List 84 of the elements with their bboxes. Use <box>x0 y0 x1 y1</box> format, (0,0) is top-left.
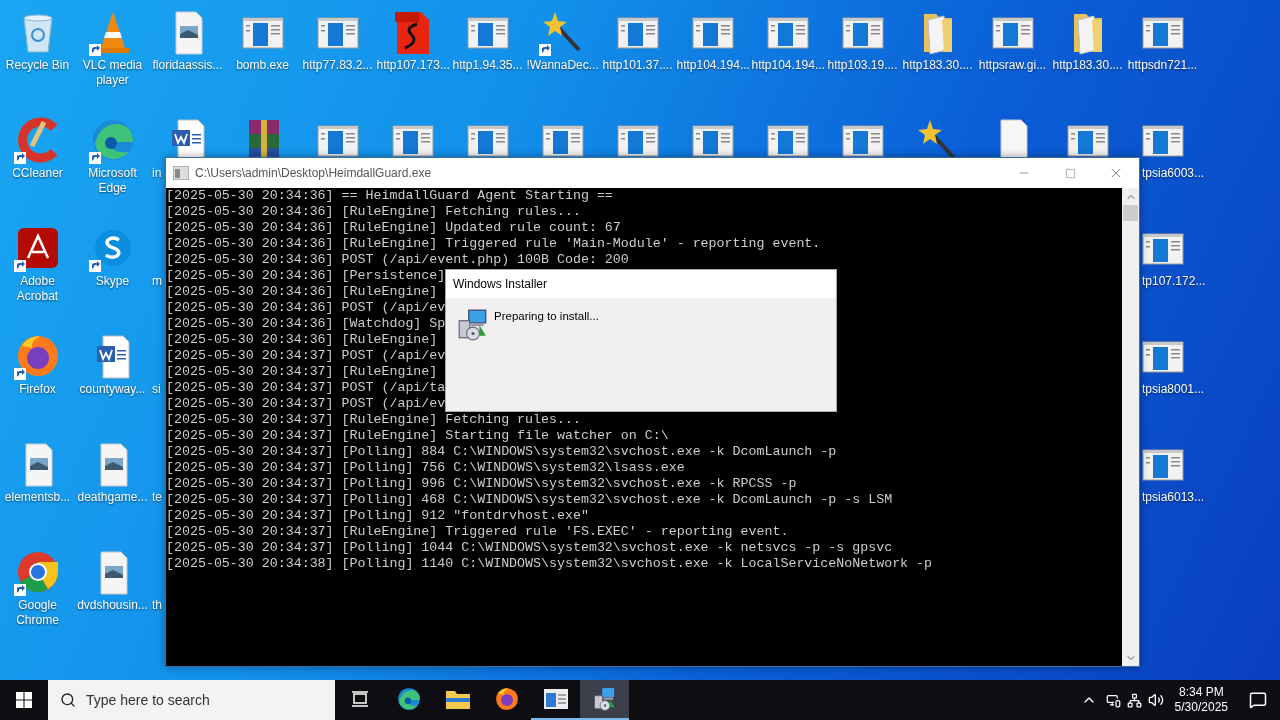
icon-label[interactable]: !WannaDec... <box>526 58 599 73</box>
console-line: [2025-05-30 20:34:36] [RuleEngine] Triggered rule 'Main-Module' - reporting event. <box>166 236 821 252</box>
console-line: [2025-05-30 20:34:36] [Watchdog] Sp <box>166 316 446 332</box>
icon-label[interactable]: bomb.exe <box>236 58 289 73</box>
icon-label[interactable]: in <box>152 166 162 181</box>
icon-label[interactable]: http104.194... <box>751 58 824 73</box>
icon-label[interactable]: CCleaner <box>12 166 63 181</box>
icon-label[interactable]: VLC media player <box>76 58 149 88</box>
icon-label[interactable]: http77.83.2... <box>302 58 373 73</box>
console-line: [2025-05-30 20:34:37] [Polling] 996 C:\WINDOWS\system32\svchost.exe -k RPCSS -p <box>166 476 797 492</box>
search-field[interactable]: Type here to search <box>48 680 335 720</box>
window-icon <box>543 689 568 709</box>
maximize-icon <box>1064 167 1076 179</box>
console-line: [2025-05-30 20:34:36] [RuleEngine] <box>166 284 438 300</box>
icon-label[interactable]: th <box>152 598 162 613</box>
folder-icon <box>444 688 471 710</box>
console-app-icon <box>173 166 189 180</box>
console-line: [2025-05-30 20:34:37] [Polling] 912 "fontdrvhost.exe" <box>166 508 589 524</box>
taskbar-app[interactable] <box>580 680 629 720</box>
dialog-message: Preparing to install... <box>494 309 599 324</box>
icon-label[interactable]: Google Chrome <box>1 598 74 628</box>
console-line: [2025-05-30 20:34:36] == HeimdallGuard Agent Starting == <box>166 188 613 204</box>
icon-label[interactable]: http101.37.... <box>602 58 673 73</box>
console-line: [2025-05-30 20:34:37] [RuleEngine] Fetching rules... <box>166 412 581 428</box>
icon-label[interactable]: Skype <box>95 274 130 289</box>
network-icon[interactable] <box>1126 692 1142 708</box>
volume-icon[interactable] <box>1147 692 1164 708</box>
device-icon[interactable] <box>1105 692 1121 708</box>
icon-label[interactable]: dvdshousin... <box>77 598 148 613</box>
icon-label[interactable]: deathgame... <box>77 490 148 505</box>
clock[interactable]: 8:34 PM 5/30/2025 <box>1166 685 1236 715</box>
icon-label[interactable]: m <box>152 274 162 289</box>
dialog-title: Windows Installer <box>453 276 548 293</box>
icon-label[interactable]: http103.19.... <box>827 58 898 73</box>
console-line: [2025-05-30 20:34:37] [Polling] 468 C:\WINDOWS\system32\svchost.exe -k DcomLaunch -p -s LSM <box>166 492 893 508</box>
console-line: [2025-05-30 20:34:37] POST (/api/ta <box>166 380 446 396</box>
icon-label[interactable]: tpsia8001... <box>1142 382 1205 397</box>
icon-label[interactable]: Recycle Bin <box>5 58 70 73</box>
edge-icon <box>395 686 422 712</box>
icon-label[interactable]: si <box>152 382 161 397</box>
console-line: [2025-05-30 20:34:36] POST (/api/event.php) 100B Code: 200 <box>166 252 629 268</box>
console-line: [2025-05-30 20:34:36] [RuleEngine] Updated rule count: 67 <box>166 220 621 236</box>
icon-label[interactable]: elementsb... <box>4 490 71 505</box>
console-line: [2025-05-30 20:34:36] [RuleEngine] <box>166 332 438 348</box>
icon-label[interactable]: http104.194... <box>676 58 749 73</box>
icon-label[interactable]: Firefox <box>19 382 56 397</box>
icon-label[interactable]: http183.30.... <box>1052 58 1123 73</box>
icon-label[interactable]: httpsdn721... <box>1127 58 1198 73</box>
icon-label[interactable]: Microsoft Edge <box>76 166 149 196</box>
icon-label[interactable]: te <box>152 490 162 505</box>
console-line: [2025-05-30 20:34:36] [RuleEngine] Fetching rules... <box>166 204 581 220</box>
icon-label[interactable]: countyway... <box>79 382 146 397</box>
installer-icon <box>591 686 618 712</box>
icon-label[interactable]: httpsraw.gi... <box>978 58 1047 73</box>
icon-label[interactable]: Adobe Acrobat <box>1 274 74 304</box>
console-line: [2025-05-30 20:34:37] POST (/api/ev <box>166 396 446 412</box>
clock-date: 5/30/2025 <box>1174 700 1228 715</box>
console-line: [2025-05-30 20:34:37] [Polling] 884 C:\WINDOWS\system32\svchost.exe -k DcomLaunch -p <box>166 444 837 460</box>
console-line: [2025-05-30 20:34:36] [Persistence] <box>166 268 446 284</box>
firefox-icon <box>493 686 520 712</box>
search-input[interactable]: Type here to search <box>86 689 326 711</box>
icon-label[interactable]: tp107.172... <box>1142 274 1206 289</box>
console-line: [2025-05-30 20:34:38] [Polling] 1140 C:\WINDOWS\system32\svchost.exe -k LocalServiceNoNetwork -p <box>166 556 933 572</box>
scrollbar[interactable] <box>1122 188 1139 666</box>
icon-label[interactable]: tpsia6013... <box>1142 490 1205 505</box>
icon-label[interactable]: http107.173... <box>376 58 449 73</box>
console-line: [2025-05-30 20:34:37] [RuleEngine] Starting file watcher on C:\ <box>166 428 669 444</box>
console-line: [2025-05-30 20:34:36] POST (/api/ev <box>166 300 446 316</box>
icon-label[interactable]: http1.94.35... <box>452 58 523 73</box>
console-line: [2025-05-30 20:34:37] [Polling] 1044 C:\WINDOWS\system32\svchost.exe -k netsvcs -p -s gpsvc <box>166 540 893 556</box>
icon-label[interactable]: http183.30.... <box>902 58 973 73</box>
clock-time: 8:34 PM <box>1178 685 1224 700</box>
task-view-icon <box>349 689 370 709</box>
console-line: [2025-05-30 20:34:37] [RuleEngine] Triggered rule 'FS.EXEC' - reporting event. <box>166 524 789 540</box>
scroll-thumb[interactable] <box>1123 205 1138 221</box>
notification-icon <box>1249 691 1267 709</box>
console-line: [2025-05-30 20:34:37] [RuleEngine] <box>166 364 438 380</box>
icon-label[interactable]: floridaassis... <box>152 58 223 73</box>
windows-logo-icon <box>16 692 32 708</box>
search-icon <box>60 692 76 708</box>
window-title: C:\Users\admin\Desktop\HeimdallGuard.exe <box>195 165 432 182</box>
console-line: [2025-05-30 20:34:37] [Polling] 756 C:\WINDOWS\system32\lsass.exe <box>166 460 685 476</box>
console-line: [2025-05-30 20:34:37] POST (/api/ev <box>166 348 446 364</box>
icon-label[interactable]: tpsia6003... <box>1142 166 1205 181</box>
